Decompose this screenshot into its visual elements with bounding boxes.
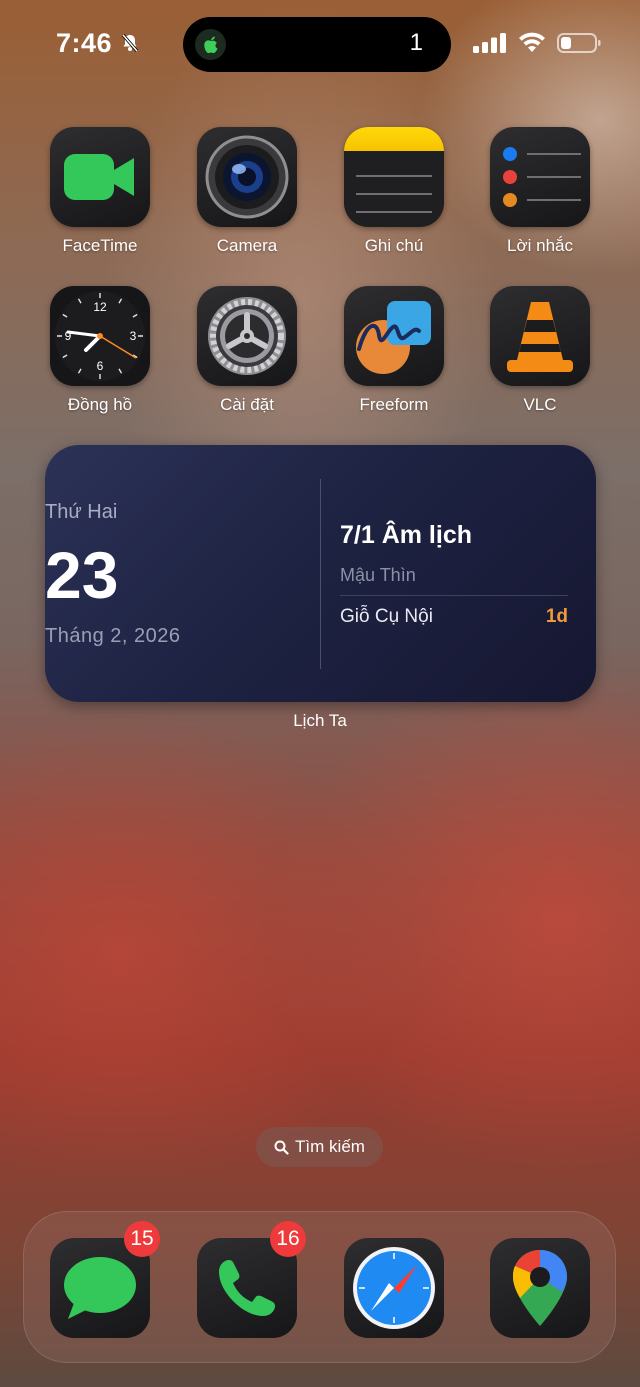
app-label-facetime: FaceTime bbox=[62, 236, 138, 255]
dock-app-maps[interactable] bbox=[490, 1238, 590, 1338]
app-label-settings: Cài đặt bbox=[220, 395, 274, 414]
messages-badge: 15 bbox=[124, 1221, 160, 1257]
app-label-clock: Đồng hồ bbox=[67, 395, 133, 414]
safari-compass-icon bbox=[353, 1247, 435, 1329]
cellular-signal-icon bbox=[473, 33, 506, 53]
phone-badge: 16 bbox=[270, 1221, 306, 1257]
search-button[interactable]: Tìm kiếm bbox=[256, 1127, 383, 1167]
app-reminders[interactable]: Lời nhắc bbox=[480, 127, 600, 256]
dynamic-island[interactable]: 1 bbox=[183, 17, 451, 72]
search-icon bbox=[274, 1140, 289, 1155]
clock-numeral-3: 3 bbox=[130, 329, 137, 343]
apple-logo-icon bbox=[203, 36, 217, 53]
app-label-camera: Camera bbox=[216, 236, 278, 255]
widget-day-of-week: Thứ Hai bbox=[45, 501, 118, 523]
widget-lunar-date: 7/1 Âm lịch bbox=[340, 521, 472, 549]
search-label: Tìm kiếm bbox=[295, 1137, 365, 1156]
clock-icon: 12 3 6 9 bbox=[50, 286, 150, 386]
wifi-icon bbox=[519, 32, 545, 52]
camera-icon bbox=[197, 127, 297, 227]
settings-gear-icon bbox=[197, 286, 297, 386]
dock-app-safari[interactable] bbox=[344, 1238, 444, 1338]
facetime-icon bbox=[50, 127, 150, 227]
vlc-cone-icon bbox=[490, 286, 590, 386]
app-notes[interactable]: Ghi chú bbox=[334, 127, 454, 256]
status-time: 7:46 bbox=[56, 28, 113, 58]
widget-month-year: Tháng 2, 2026 bbox=[45, 625, 181, 647]
widget-lunar-year: Mậu Thìn bbox=[340, 565, 416, 585]
widget-day-number: 23 bbox=[45, 538, 119, 612]
widget-divider bbox=[320, 479, 321, 669]
freeform-icon bbox=[344, 286, 444, 386]
app-label-reminders: Lời nhắc bbox=[507, 236, 573, 255]
app-facetime[interactable]: FaceTime bbox=[40, 127, 160, 256]
widget-separator bbox=[340, 595, 568, 596]
app-clock[interactable]: 12 3 6 9 Đồng hồ bbox=[40, 286, 160, 415]
clock-numeral-6: 6 bbox=[97, 359, 104, 373]
google-maps-icon bbox=[513, 1250, 567, 1326]
widget-event-countdown: 1d bbox=[545, 606, 568, 627]
battery-icon bbox=[557, 33, 601, 53]
island-count: 1 bbox=[409, 29, 423, 56]
app-camera[interactable]: Camera bbox=[187, 127, 307, 256]
clock-numeral-12: 12 bbox=[93, 300, 107, 314]
notes-icon bbox=[344, 127, 444, 227]
lunar-calendar-widget[interactable]: Thứ Hai 23 Tháng 2, 2026 7/1 Âm lịch Mậu… bbox=[45, 445, 596, 702]
app-settings[interactable]: Cài đặt bbox=[187, 286, 307, 415]
messages-icon bbox=[64, 1257, 136, 1319]
app-label-freeform: Freeform bbox=[359, 395, 429, 414]
phone-icon bbox=[219, 1260, 275, 1316]
widget-event-name: Giỗ Cụ Nội bbox=[340, 606, 433, 627]
widget-label: Lịch Ta bbox=[293, 711, 347, 730]
app-label-notes: Ghi chú bbox=[364, 236, 424, 255]
island-app-icon bbox=[195, 29, 226, 60]
app-freeform[interactable]: Freeform bbox=[334, 286, 454, 415]
reminders-icon bbox=[490, 127, 590, 227]
app-label-vlc: VLC bbox=[523, 395, 557, 414]
app-vlc[interactable]: VLC bbox=[480, 286, 600, 415]
bell-slash-icon bbox=[121, 33, 139, 53]
